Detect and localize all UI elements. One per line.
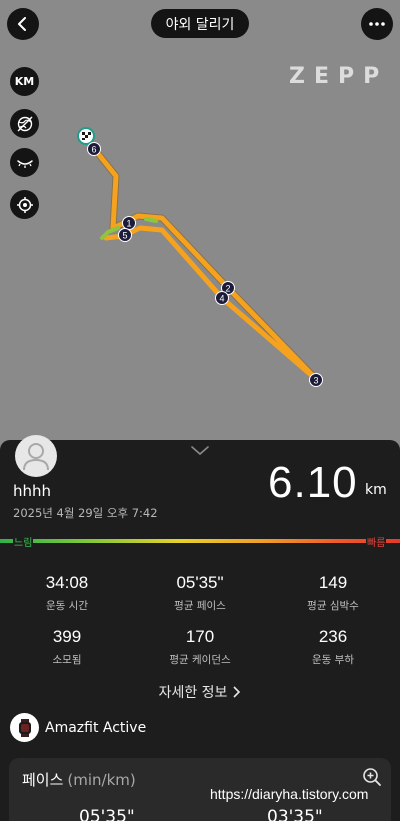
svg-text:5: 5 — [122, 231, 127, 241]
km-marker-1: 1 — [122, 216, 136, 230]
svg-text:6: 6 — [91, 145, 96, 155]
stat-avg-cadence: 170 평균 케이던스 — [135, 627, 265, 667]
stat-label: 평균 페이스 — [174, 600, 226, 612]
svg-text:4: 4 — [219, 294, 224, 304]
chevron-down-icon[interactable] — [191, 446, 209, 456]
stat-value: 170 — [185, 627, 215, 646]
pace-card-value-left: 05'35" — [79, 807, 135, 821]
km-toggle-button[interactable]: KM — [10, 67, 39, 96]
pace-slow-label: 느림 — [13, 534, 34, 549]
stat-label: 평균 심박수 — [307, 600, 359, 612]
stat-calories: 399 소모됨 — [2, 627, 132, 667]
pace-card-value-right: 03'35" — [267, 807, 323, 821]
stat-value: 149 — [318, 573, 348, 592]
zoom-in-icon[interactable] — [362, 767, 382, 787]
km-marker-6: 6 — [87, 142, 101, 156]
distance-unit: km — [365, 482, 387, 498]
eye-closed-icon — [16, 159, 33, 168]
pace-card-title-text: 페이스 — [22, 771, 64, 789]
device-name: Amazfit Active — [45, 720, 147, 736]
stat-label: 운동 시간 — [46, 600, 88, 612]
stat-training-load: 236 운동 부하 — [268, 627, 398, 667]
svg-text:2: 2 — [225, 284, 230, 294]
stat-value: 05'35" — [176, 573, 224, 592]
km-marker-4: 4 — [215, 291, 229, 305]
stat-label: 소모됨 — [52, 654, 82, 666]
more-options-button[interactable] — [361, 8, 393, 40]
pace-card-unit: (min/km) — [67, 771, 136, 789]
avatar[interactable] — [15, 435, 57, 477]
stat-value: 236 — [318, 627, 348, 646]
username: hhhh — [13, 482, 52, 500]
stat-avg-pace: 05'35" 평균 페이스 — [135, 573, 265, 613]
details-link-label: 자세한 정보 — [158, 685, 228, 701]
more-dots-icon — [369, 22, 385, 26]
stat-value: 399 — [52, 627, 82, 646]
target-icon — [16, 196, 33, 213]
locate-button[interactable] — [10, 190, 39, 219]
zepp-logo: ZEPP — [289, 64, 389, 89]
stat-duration: 34:08 운동 시간 — [2, 573, 132, 613]
stat-avg-heart-rate: 149 평균 심박수 — [268, 573, 398, 613]
watermark-url: https://diaryha.tistory.com — [210, 786, 369, 802]
visibility-button[interactable] — [10, 148, 39, 177]
svg-text:3: 3 — [313, 376, 318, 386]
pace-gradient-bar — [0, 539, 400, 543]
watch-icon — [10, 713, 39, 742]
svg-text:1: 1 — [126, 219, 131, 229]
user-avatar-icon — [23, 443, 49, 471]
stat-label: 평균 케이던스 — [169, 654, 231, 666]
stat-label: 운동 부하 — [312, 654, 354, 666]
chevron-right-icon — [233, 686, 241, 698]
distance-value: 6.10 — [268, 458, 358, 507]
map-layer-button[interactable] — [10, 109, 39, 138]
globe-off-icon — [17, 116, 32, 131]
pace-fast-label: 빠름 — [366, 534, 387, 549]
workout-datetime: 2025년 4월 29일 오후 7:42 — [13, 506, 158, 520]
workout-title[interactable]: 야외 달리기 — [151, 9, 249, 38]
km-marker-3: 3 — [309, 373, 323, 387]
back-button[interactable] — [7, 8, 39, 40]
stat-value: 34:08 — [45, 573, 89, 592]
details-link[interactable]: 자세한 정보 — [0, 682, 400, 702]
km-marker-5: 5 — [118, 228, 132, 242]
pace-card-title: 페이스 (min/km) — [22, 769, 136, 790]
summary-sheet: hhhh 2025년 4월 29일 오후 7:42 6.10 km 느림 빠름 … — [0, 435, 400, 821]
chevron-left-icon — [18, 17, 26, 31]
route-map[interactable]: 6 1 5 2 4 3 야외 달리기 ZEPP KM — [0, 0, 400, 450]
